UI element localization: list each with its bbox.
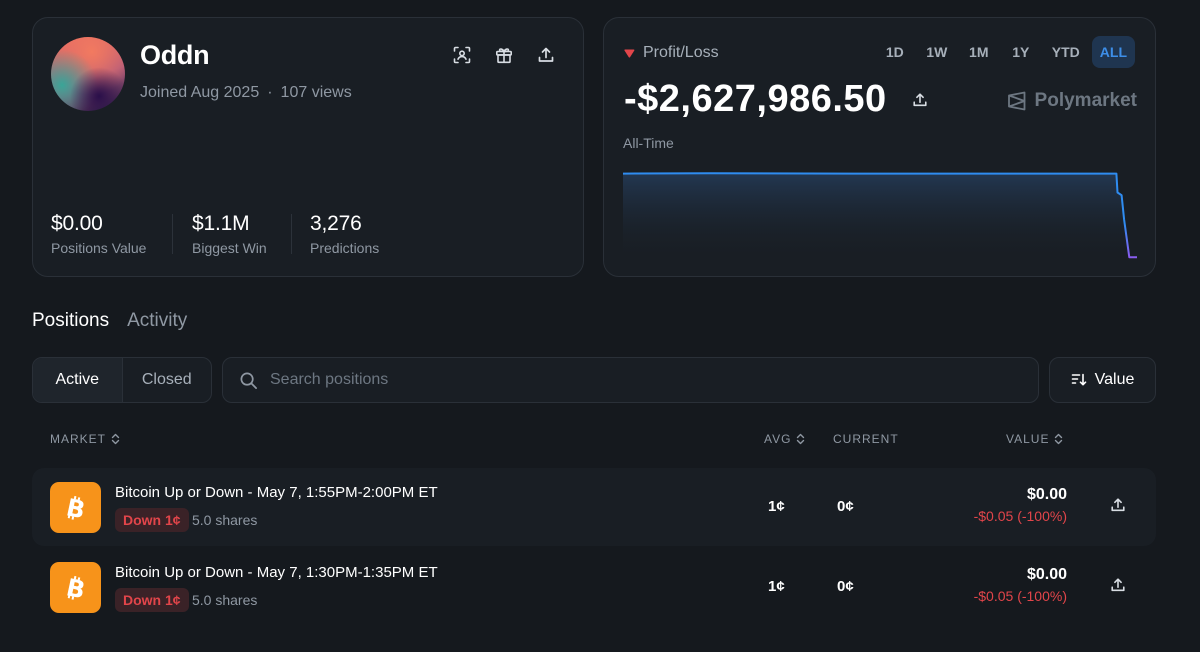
sort-icon [1071, 373, 1086, 386]
pnl-title: Profit/Loss [643, 44, 719, 61]
current-price: 0¢ [837, 498, 854, 515]
header-label: VALUE [1006, 432, 1050, 446]
header-current: CURRENT [833, 432, 899, 446]
pnl-chart [623, 172, 1137, 262]
sort-arrows-icon [1055, 433, 1063, 445]
stat-predictions: 3,276 Predictions [310, 212, 379, 256]
value-amount: $0.00 [1026, 486, 1067, 503]
stat-divider [291, 214, 292, 254]
pnl-area [623, 173, 1137, 262]
down-triangle-icon [624, 49, 635, 58]
share-icon[interactable] [912, 92, 928, 113]
bitcoin-icon: B [50, 562, 101, 613]
stat-value: $0.00 [51, 212, 103, 235]
view-count: 107 views [280, 84, 352, 101]
search-input[interactable] [270, 371, 1010, 389]
tab-positions[interactable]: Positions [32, 310, 109, 332]
share-icon[interactable] [535, 44, 557, 66]
scan-icon[interactable] [451, 44, 473, 66]
header-label: CURRENT [833, 432, 899, 446]
stat-label: Predictions [310, 240, 380, 256]
tab-activity[interactable]: Activity [127, 310, 187, 332]
market-title[interactable]: Bitcoin Up or Down - May 7, 1:30PM-1:35P… [115, 564, 438, 581]
header-avg[interactable]: AVG [764, 432, 805, 446]
table-row[interactable]: B Bitcoin Up or Down - May 7, 1:55PM-2:0… [32, 468, 1156, 546]
stat-label: Positions Value [51, 240, 147, 256]
avatar[interactable] [51, 37, 125, 111]
active-filter-button[interactable]: Active [33, 358, 123, 402]
search-box [222, 357, 1039, 403]
sort-arrows-icon [797, 433, 805, 445]
current-price: 0¢ [837, 578, 854, 595]
table-row[interactable]: B Bitcoin Up or Down - May 7, 1:30PM-1:3… [32, 548, 1156, 626]
closed-filter-button[interactable]: Closed [123, 358, 212, 402]
profile-card: Oddn Joined Aug 2025 · 107 views $0.00 P… [32, 17, 584, 277]
range-tab-all[interactable]: ALL [1091, 36, 1135, 68]
position-value: $0.00 -$0.05 (-100%) [974, 566, 1067, 604]
stat-biggest-win: $1.1M Biggest Win [192, 212, 267, 256]
value-amount: $0.00 [1026, 566, 1067, 583]
username: Oddn [140, 40, 210, 70]
stat-value: 3,276 [310, 212, 362, 235]
brand-name: Polymarket [1034, 90, 1137, 111]
stat-divider [172, 214, 173, 254]
header-market[interactable]: MARKET [50, 432, 120, 446]
share-icon[interactable] [1110, 497, 1126, 518]
shares-count: 5.0 shares [192, 512, 258, 528]
pnl-card: Profit/Loss 1D 1W 1M 1Y YTD ALL -$2,627,… [603, 17, 1156, 277]
range-tab-1y[interactable]: 1Y [1002, 36, 1040, 68]
stat-positions-value: $0.00 Positions Value [51, 212, 146, 256]
outcome-badge: Down 1¢ [115, 508, 189, 532]
section-tabs: Positions Activity [32, 310, 187, 332]
profile-meta: Joined Aug 2025 · 107 views [140, 84, 352, 102]
value-change: -$0.05 (-100%) [973, 588, 1067, 604]
polymarket-brand: Polymarket [1007, 90, 1137, 112]
range-tab-1w[interactable]: 1W [918, 36, 956, 68]
range-tab-ytd[interactable]: YTD [1044, 36, 1088, 68]
header-label: MARKET [50, 432, 107, 446]
range-tabs: 1D 1W 1M 1Y YTD ALL [876, 36, 1135, 68]
pnl-period: All-Time [623, 135, 674, 151]
value-change: -$0.05 (-100%) [973, 508, 1067, 524]
polymarket-logo-icon [1007, 91, 1025, 111]
status-toggle: Active Closed [32, 357, 212, 403]
sort-label: Value [1094, 371, 1135, 388]
outcome-badge: Down 1¢ [115, 588, 189, 612]
pnl-value: -$2,627,986.50 [624, 78, 887, 120]
header-label: AVG [764, 432, 792, 446]
shares-count: 5.0 shares [192, 592, 258, 608]
range-tab-1d[interactable]: 1D [876, 36, 914, 68]
range-tab-1m[interactable]: 1M [960, 36, 998, 68]
bitcoin-icon: B [50, 482, 101, 533]
avg-price: 1¢ [768, 578, 785, 595]
sort-arrows-icon [111, 433, 120, 445]
position-value: $0.00 -$0.05 (-100%) [974, 486, 1067, 524]
share-icon[interactable] [1110, 577, 1126, 598]
joined-date: Joined Aug 2025 [140, 84, 260, 101]
sort-button[interactable]: Value [1049, 357, 1156, 403]
stat-label: Biggest Win [192, 240, 267, 256]
header-value[interactable]: VALUE [1006, 432, 1063, 446]
stat-value: $1.1M [192, 212, 250, 235]
pnl-header: Profit/Loss [624, 44, 719, 62]
market-title[interactable]: Bitcoin Up or Down - May 7, 1:55PM-2:00P… [115, 484, 438, 501]
gift-icon[interactable] [493, 44, 515, 66]
meta-separator: · [267, 84, 273, 101]
search-icon [240, 372, 257, 389]
avg-price: 1¢ [768, 498, 785, 515]
